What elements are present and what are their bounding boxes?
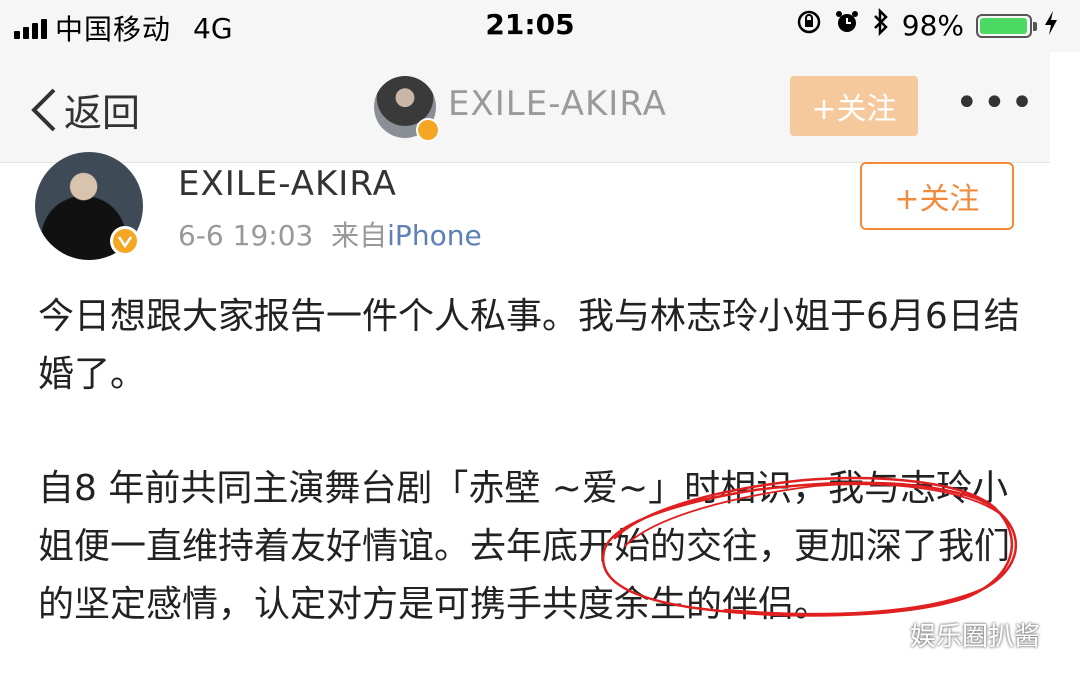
status-right: 98% — [796, 7, 1058, 43]
nav-follow-button[interactable]: +关注 — [790, 76, 918, 136]
source-prefix: 来自 — [331, 219, 388, 252]
charging-icon — [1044, 10, 1058, 42]
wechat-icon — [869, 622, 901, 647]
watermark-text: 娱乐圈扒酱 — [910, 622, 1041, 652]
bluetooth-icon — [872, 7, 890, 43]
back-button[interactable]: 返回 — [28, 82, 140, 137]
post-paragraph: 今日想跟大家报告一件个人私事。我与林志玲小姐于6月6日结婚了。 — [38, 296, 1020, 395]
nav-bar: 返回 EXILE-AKIRA +关注 ••• — [0, 52, 1050, 163]
chevron-left-icon — [28, 86, 58, 134]
status-bar: 中国移动 4G 21:05 98% — [0, 0, 1080, 52]
battery-percent: 98% — [901, 9, 964, 42]
nav-title: EXILE-AKIRA — [448, 84, 667, 124]
post-paragraph: 自8 年前共同主演舞台剧「赤壁 ~爱~」时相识，我与志玲小姐便一直维持着友好情谊… — [38, 468, 1011, 625]
post-date: 6-6 19:03 — [178, 219, 314, 252]
battery-level — [980, 17, 1028, 34]
back-label: 返回 — [64, 91, 141, 135]
follow-button[interactable]: +关注 — [860, 162, 1014, 230]
watermark: 娱乐圈扒酱 — [868, 616, 1040, 653]
verified-badge-icon — [416, 118, 440, 142]
source-link[interactable]: iPhone — [387, 219, 482, 252]
alarm-icon — [834, 9, 860, 42]
battery-icon — [976, 13, 1037, 38]
rotation-lock-icon — [796, 9, 822, 42]
verified-badge-icon — [110, 226, 140, 256]
author-name[interactable]: EXILE-AKIRA — [178, 164, 397, 204]
post-meta: 6-6 19:03 来自iPhone — [178, 214, 482, 254]
more-options-button[interactable]: ••• — [955, 80, 1038, 126]
